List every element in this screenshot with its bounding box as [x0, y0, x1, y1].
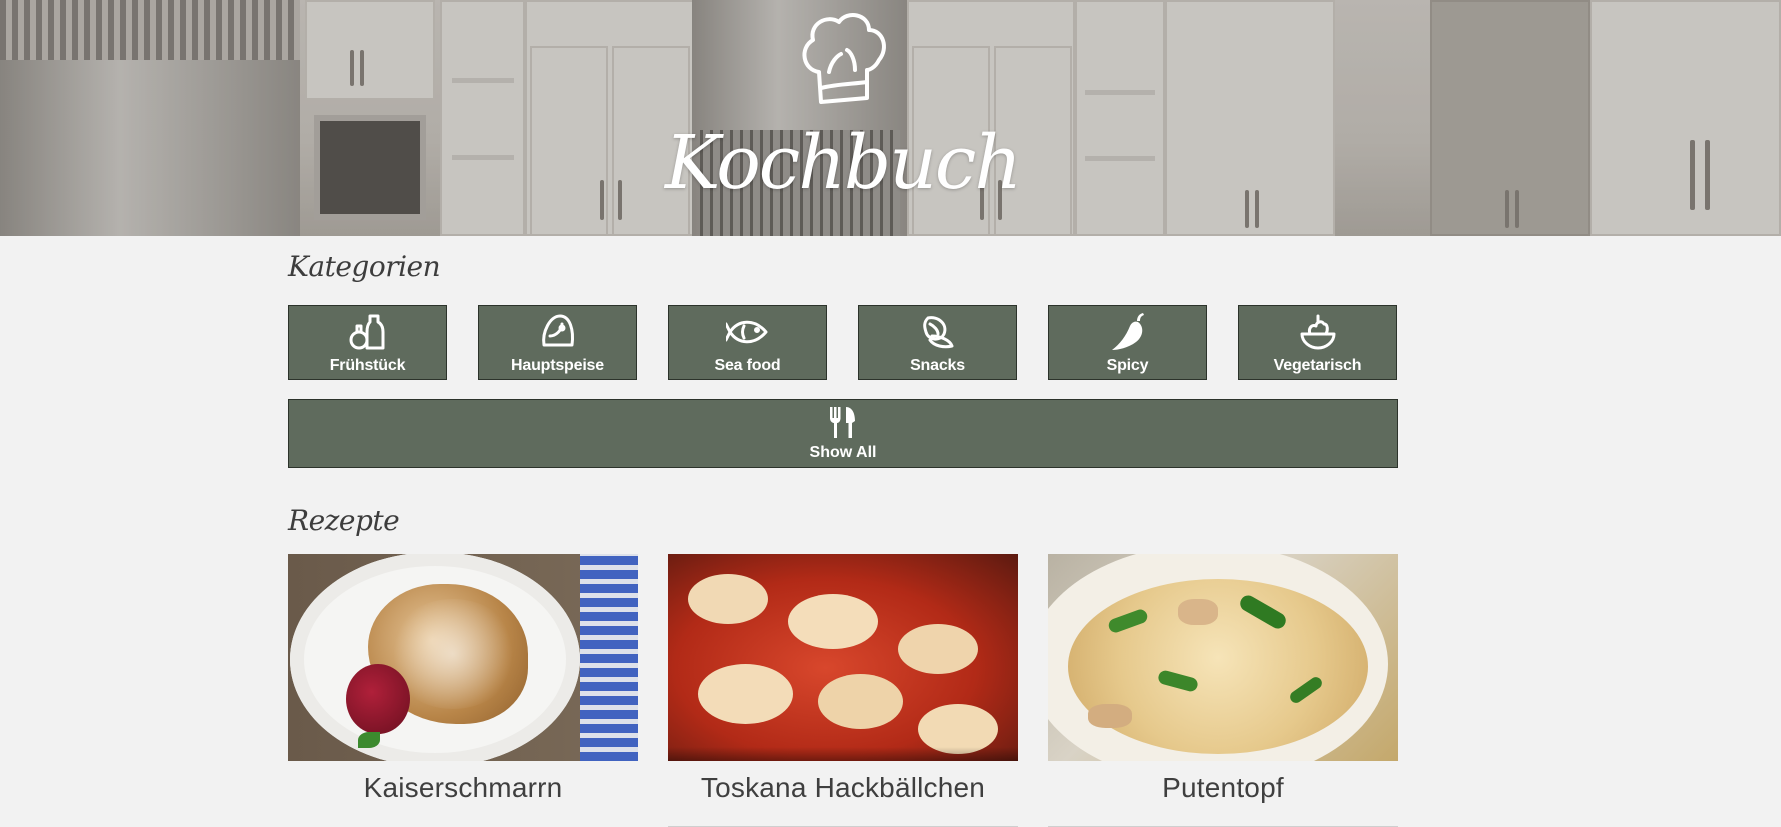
category-label: Sea food — [714, 357, 781, 374]
hero-banner: Kochbuch — [0, 0, 1781, 236]
category-label: Vegetarisch — [1273, 357, 1362, 374]
recipes-heading: Rezepte — [288, 504, 400, 537]
categories-heading: Kategorien — [288, 250, 441, 283]
recipe-name: Putentopf — [1162, 772, 1284, 803]
chef-hat-icon — [802, 13, 886, 104]
recipe-name: Kaiserschmarrn — [363, 772, 563, 803]
recipe-card-kaiserschmarrn[interactable]: Kaiserschmarrn — [288, 554, 638, 827]
category-button-snacks[interactable]: Snacks — [858, 305, 1017, 380]
category-button-spicy[interactable]: Spicy — [1048, 305, 1207, 380]
category-label: Frühstück — [329, 357, 406, 374]
dumpling-icon — [541, 314, 574, 347]
site-title: Kochbuch — [664, 120, 1022, 206]
fish-icon — [725, 320, 767, 344]
category-label: Spicy — [1106, 357, 1149, 374]
category-button-vegetarisch[interactable]: Vegetarisch — [1238, 305, 1397, 380]
show-all-label: Show All — [809, 444, 877, 461]
category-label: Hauptspeise — [511, 357, 604, 374]
recipe-card-putentopf[interactable]: Putentopf — [1048, 554, 1398, 827]
chili-pepper-icon — [1111, 313, 1144, 350]
salad-bowl-icon — [1300, 314, 1335, 350]
category-button-hauptspeise[interactable]: Hauptspeise — [478, 305, 637, 380]
recipe-name: Toskana Hackbällchen — [700, 772, 986, 803]
fork-knife-icon — [830, 407, 855, 438]
category-button-sea-food[interactable]: Sea food — [668, 305, 827, 380]
recipe-image — [668, 554, 1018, 761]
recipe-image — [288, 554, 638, 761]
recipe-card-toskana-hackbaellchen[interactable]: Toskana Hackbällchen — [668, 554, 1018, 827]
show-all-button[interactable]: Show All — [288, 399, 1398, 468]
recipe-image — [1048, 554, 1398, 761]
category-button-fruehstueck[interactable]: Frühstück — [288, 305, 447, 380]
category-label: Snacks — [910, 357, 965, 374]
nachos-icon — [922, 316, 953, 349]
bottles-icon — [349, 314, 384, 350]
